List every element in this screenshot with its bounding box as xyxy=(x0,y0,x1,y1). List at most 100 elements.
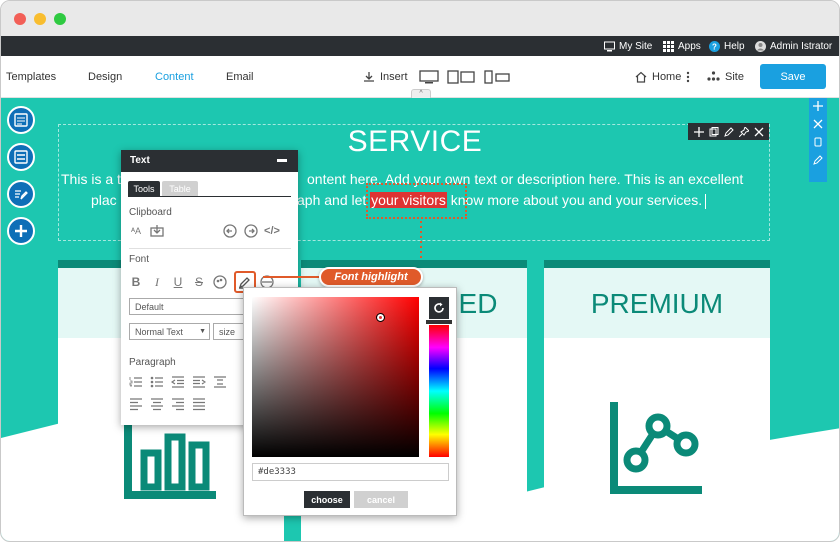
zoom-window-button[interactable] xyxy=(54,13,66,25)
home-link[interactable]: Home xyxy=(635,56,690,98)
refresh-icon xyxy=(434,302,444,313)
tab-divider xyxy=(128,196,291,197)
add-element-button[interactable] xyxy=(7,217,35,245)
copy-icon[interactable] xyxy=(709,126,719,137)
close-icon[interactable] xyxy=(813,119,823,129)
section-button[interactable] xyxy=(7,143,35,171)
panel-header[interactable]: Text xyxy=(121,150,298,172)
collapse-menubar-handle[interactable]: ^ xyxy=(411,89,431,98)
paste-icon[interactable] xyxy=(150,224,164,238)
cancel-button[interactable]: cancel xyxy=(354,491,408,508)
save-button[interactable]: Save xyxy=(760,64,826,89)
bullet-list-icon[interactable] xyxy=(150,375,164,389)
text-style-select[interactable]: Normal Text ▼ xyxy=(129,323,210,340)
section-icon xyxy=(14,150,28,164)
window-titlebar xyxy=(1,1,839,36)
move-icon[interactable] xyxy=(693,126,704,137)
close-window-button[interactable] xyxy=(14,13,26,25)
browser-window: My Site Apps ? Help Admin Istrator Templ… xyxy=(0,0,840,542)
color-picker-popup: #de3333 choose cancel xyxy=(243,287,457,516)
user-name: Admin Istrator xyxy=(770,40,833,52)
kebab-menu-icon[interactable] xyxy=(686,71,690,83)
align-left-icon[interactable] xyxy=(129,397,143,411)
saturation-field[interactable] xyxy=(252,297,419,457)
align-justify-icon[interactable] xyxy=(192,397,206,411)
device-switcher xyxy=(419,56,511,98)
edit-text-button[interactable] xyxy=(7,180,35,208)
tablet-landscape-icon[interactable] xyxy=(447,70,475,84)
left-toolbar xyxy=(7,106,35,254)
site-link[interactable]: Site xyxy=(707,56,744,98)
translate-icon[interactable]: ᴬA xyxy=(129,224,143,238)
line-height-icon[interactable] xyxy=(213,375,227,389)
close-icon[interactable] xyxy=(754,127,764,137)
outdent-icon[interactable] xyxy=(171,375,185,389)
monitor-icon xyxy=(604,41,615,51)
tab-content[interactable]: Content xyxy=(155,56,194,98)
my-site-link[interactable]: My Site xyxy=(604,36,652,56)
edit-icon[interactable] xyxy=(723,126,734,137)
edit-icon[interactable] xyxy=(813,155,823,165)
undo-icon[interactable] xyxy=(223,224,237,238)
redo-icon[interactable] xyxy=(244,224,258,238)
hue-slider-handle[interactable] xyxy=(426,320,452,324)
reset-color-button[interactable] xyxy=(429,297,449,319)
apps-label: Apps xyxy=(678,40,701,52)
clipboard-label: Clipboard xyxy=(129,207,172,218)
copy-icon[interactable] xyxy=(813,137,823,147)
minimize-icon[interactable] xyxy=(277,159,287,163)
my-site-label: My Site xyxy=(619,40,653,52)
sitemap-icon xyxy=(707,71,720,81)
bold-button[interactable]: B xyxy=(129,275,143,289)
tab-templates[interactable]: Templates xyxy=(6,56,56,98)
element-toolbar xyxy=(688,123,769,140)
align-right-icon[interactable] xyxy=(171,397,185,411)
paragraph-align-row xyxy=(129,397,213,411)
move-icon[interactable] xyxy=(813,101,823,111)
admin-bar: My Site Apps ? Help Admin Istrator xyxy=(1,36,839,56)
saturation-marker[interactable] xyxy=(376,313,385,322)
hero-line-2-start[interactable]: plac xyxy=(91,192,117,208)
insert-button[interactable]: Insert xyxy=(363,56,408,98)
underline-button[interactable]: U xyxy=(171,275,185,289)
mobile-icon[interactable] xyxy=(483,70,511,84)
numbered-list-icon[interactable] xyxy=(129,375,143,389)
layout-button[interactable] xyxy=(7,106,35,134)
home-icon xyxy=(635,71,647,83)
line-graph-icon xyxy=(610,402,702,494)
apps-link[interactable]: Apps xyxy=(663,36,701,56)
text-caret xyxy=(705,193,707,209)
insert-icon xyxy=(364,72,374,82)
pin-icon[interactable] xyxy=(738,126,749,137)
text-style-value: Normal Text xyxy=(135,326,183,337)
help-link[interactable]: ? Help xyxy=(709,36,745,56)
strikethrough-button[interactable]: S xyxy=(192,275,206,289)
font-highlight-callout: Font highlight xyxy=(319,267,423,287)
hero-line-1-start[interactable]: This is a t xyxy=(61,171,121,187)
tab-table[interactable]: Table xyxy=(162,181,198,196)
tab-design[interactable]: Design xyxy=(88,56,122,98)
font-size-select[interactable]: size xyxy=(213,323,247,340)
user-menu[interactable]: Admin Istrator xyxy=(755,36,832,56)
hue-slider[interactable] xyxy=(429,325,449,457)
tab-email[interactable]: Email xyxy=(226,56,254,98)
chevron-down-icon: ▼ xyxy=(199,328,206,335)
italic-button[interactable]: I xyxy=(150,275,164,289)
insert-label: Insert xyxy=(380,71,408,83)
font-label: Font xyxy=(129,254,150,265)
tab-tools[interactable]: Tools xyxy=(128,181,160,196)
minimize-window-button[interactable] xyxy=(34,13,46,25)
add-icon xyxy=(15,225,27,237)
code-icon[interactable]: </> xyxy=(264,224,280,238)
clipboard-row: ᴬA </> xyxy=(129,224,286,238)
desktop-icon[interactable] xyxy=(419,70,439,84)
hero-line-2[interactable]: aph and let your visitors know more abou… xyxy=(297,192,707,209)
align-center-icon[interactable] xyxy=(150,397,164,411)
font-family-select[interactable]: Default xyxy=(129,298,247,315)
indent-icon[interactable] xyxy=(192,375,206,389)
choose-button[interactable]: choose xyxy=(304,491,350,508)
text-color-icon[interactable] xyxy=(213,275,227,289)
pricing-card-premium[interactable]: PREMIUM xyxy=(544,260,770,541)
hex-color-input[interactable]: #de3333 xyxy=(252,463,449,481)
panel-title: Text xyxy=(130,155,150,166)
